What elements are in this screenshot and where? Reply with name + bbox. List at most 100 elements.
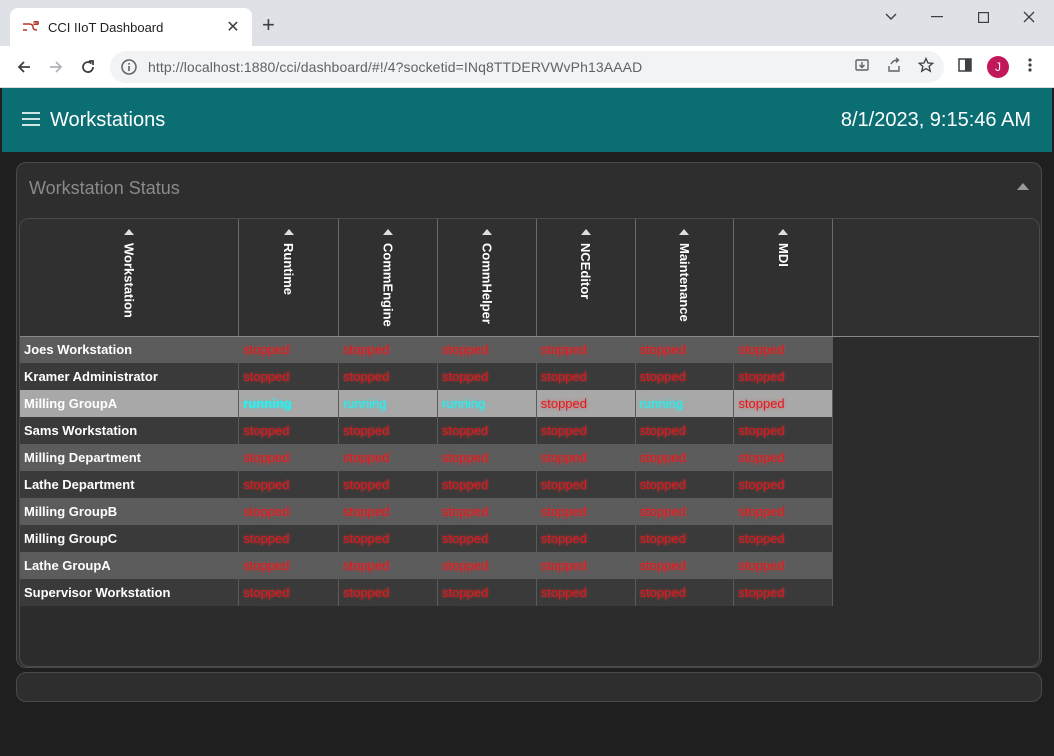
column-header-workstation[interactable]: Workstation [20,219,240,337]
sort-arrow-icon[interactable] [580,229,591,235]
status-cell-commengine: stopped [338,336,438,363]
forward-icon[interactable] [44,55,68,79]
status-text: stopped [639,369,686,384]
column-header-runtime[interactable]: Runtime [238,219,340,337]
table-row[interactable]: Milling GroupC stopped stopped stopped stopp… [20,525,1039,552]
status-cell-nceditor: stopped [536,525,636,552]
status-text: stopped [243,450,290,465]
status-text: stopped [243,369,290,384]
status-text: stopped [738,342,785,358]
row-spacer [833,417,1039,444]
address-bar[interactable]: http://localhost:1880/cci/dashboard/#!/4… [110,51,944,83]
status-cell-mdi: stopped [733,552,834,579]
bookmark-star-icon[interactable] [914,53,938,77]
table-row[interactable]: Lathe Department stopped stopped stopped sto… [20,471,1039,498]
status-text: stopped [738,477,785,492]
table-header-row: Workstation Runtime CommEngine CommHelper NC… [20,219,1039,337]
back-icon[interactable] [12,55,36,79]
browser-tab[interactable]: CCI IIoT Dashboard ✕ [10,8,252,46]
browser-toolbar: http://localhost:1880/cci/dashboard/#!/4… [0,46,1054,88]
status-text: stopped [639,531,686,546]
page-title: Workstations [50,109,166,131]
status-text: stopped [540,369,587,384]
status-cell-commengine: stopped [338,471,438,498]
tab-close-icon[interactable]: ✕ [224,17,242,37]
status-cell-maintenance: stopped [635,417,735,444]
workstation-name-cell: Lathe Department [20,471,240,498]
table-row[interactable]: Kramer Administrator stopped stopped stoppe… [20,363,1039,390]
status-text: stopped [738,504,785,519]
status-cell-runtime: stopped [238,579,340,606]
status-cell-commhelper: stopped [437,444,537,471]
status-cell-runtime: stopped [238,363,340,390]
group-title[interactable]: Workstation Status [29,178,180,199]
status-text: stopped [738,450,785,465]
status-text: running [343,396,387,411]
status-text: stopped [343,369,390,384]
tab-search-icon[interactable] [868,0,914,34]
column-header-label: CommHelper [479,243,495,324]
collapse-icon[interactable] [1017,183,1029,190]
status-cell-commhelper: stopped [437,579,537,606]
table-row[interactable]: Milling GroupB stopped stopped stopped stopp… [20,498,1039,525]
status-cell-nceditor: stopped [536,552,636,579]
status-text: running [441,396,486,411]
status-text: stopped [540,423,587,438]
row-spacer [833,336,1039,363]
sort-arrow-icon[interactable] [124,229,135,235]
install-app-icon[interactable] [850,53,874,77]
column-header-nceditor[interactable]: NCEditor [536,219,636,337]
status-text: stopped [441,423,489,438]
maximize-icon[interactable] [960,0,1006,34]
status-cell-maintenance: stopped [635,552,735,579]
status-cell-commhelper: running [437,390,537,417]
browser-menu-icon[interactable] [1018,53,1042,77]
status-cell-mdi: stopped [733,579,834,606]
column-header-maintenance[interactable]: Maintenance [635,219,735,337]
row-spacer [833,444,1039,471]
column-header-commengine[interactable]: CommEngine [338,219,438,337]
status-text: stopped [441,585,489,600]
close-window-icon[interactable] [1006,0,1052,34]
table-row[interactable]: Supervisor Workstation stopped stopped stop… [20,579,1039,606]
reload-icon[interactable] [76,55,100,79]
secondary-group [16,672,1042,702]
sort-arrow-icon[interactable] [382,229,393,235]
sort-arrow-icon[interactable] [679,229,690,235]
hamburger-menu-icon[interactable] [22,112,40,126]
table-row[interactable]: Lathe GroupA stopped stopped stopped stopped… [20,552,1039,579]
new-tab-icon[interactable]: + [262,14,275,36]
status-text: stopped [243,423,290,438]
table-row[interactable]: Sams Workstation stopped stopped stopped sto… [20,417,1039,444]
status-cell-nceditor: stopped [536,390,636,417]
status-cell-runtime: stopped [238,525,340,552]
status-cell-nceditor: stopped [536,336,636,363]
status-cell-commengine: stopped [338,363,438,390]
status-text: stopped [738,369,785,384]
sort-arrow-icon[interactable] [778,229,789,235]
table-row[interactable]: Joes Workstation stopped stopped stopped sto… [20,336,1039,363]
status-cell-commengine: stopped [338,525,438,552]
status-cell-commhelper: stopped [437,552,537,579]
column-header-commhelper[interactable]: CommHelper [437,219,537,337]
status-cell-commhelper: stopped [437,498,537,525]
column-header-mdi[interactable]: MDI [733,219,834,337]
share-icon[interactable] [882,53,906,77]
table-row[interactable]: Milling Department stopped stopped stopped s… [20,444,1039,471]
status-text: stopped [343,477,390,492]
profile-avatar[interactable]: J [987,56,1009,78]
status-text: stopped [540,558,587,573]
status-cell-mdi: stopped [733,336,834,363]
row-spacer [833,525,1039,552]
status-text: stopped [441,477,489,492]
minimize-icon[interactable] [914,0,960,34]
sort-arrow-icon[interactable] [283,229,294,235]
side-panel-icon[interactable] [953,53,977,77]
status-cell-maintenance: stopped [635,498,735,525]
status-text: stopped [639,423,686,438]
url-text[interactable]: http://localhost:1880/cci/dashboard/#!/4… [148,59,642,75]
table-row[interactable]: Milling GroupA running running running stopp… [20,390,1039,417]
site-info-icon[interactable] [120,58,138,76]
sort-arrow-icon[interactable] [481,229,492,235]
status-cell-runtime: stopped [238,444,340,471]
